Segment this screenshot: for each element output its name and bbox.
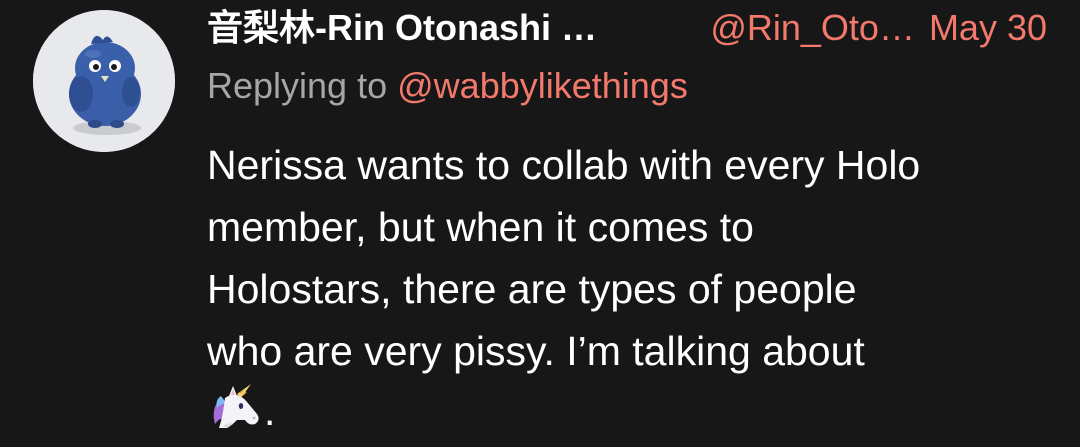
tweet-text-line: Holostars, there are types of people xyxy=(207,266,857,312)
blue-bird-plush-avatar-icon xyxy=(33,10,175,152)
reply-prefix: Replying to xyxy=(207,65,388,106)
unicorn-icon xyxy=(213,384,259,428)
replying-to: Replying to @wabbylikethings xyxy=(207,64,688,108)
display-name[interactable]: 音梨林-Rin Otonashi … xyxy=(207,6,597,50)
tweet-date[interactable]: May 30 xyxy=(929,7,1047,48)
trailing-period: . xyxy=(264,388,276,434)
tweet[interactable]: 音梨林-Rin Otonashi … @Rin_Oto… May 30 Reply… xyxy=(0,0,1080,447)
tweet-text-line: Nerissa wants to collab with every Holo xyxy=(207,142,921,188)
tweet-text-line: member, but when it comes to xyxy=(207,204,754,250)
tweet-header: 音梨林-Rin Otonashi … @Rin_Oto… May 30 xyxy=(207,6,1057,50)
tweet-text: Nerissa wants to collab with every Holo … xyxy=(207,134,1057,382)
reply-to-handle[interactable]: @wabbylikethings xyxy=(397,65,688,106)
tweet-meta: @Rin_Oto… May 30 xyxy=(710,6,1047,50)
tweet-text-last-line: . xyxy=(207,380,275,436)
tweet-text-line: who are very pissy. I’m talking about xyxy=(207,328,865,374)
avatar[interactable] xyxy=(33,10,175,152)
user-handle[interactable]: @Rin_Oto… xyxy=(710,7,915,48)
